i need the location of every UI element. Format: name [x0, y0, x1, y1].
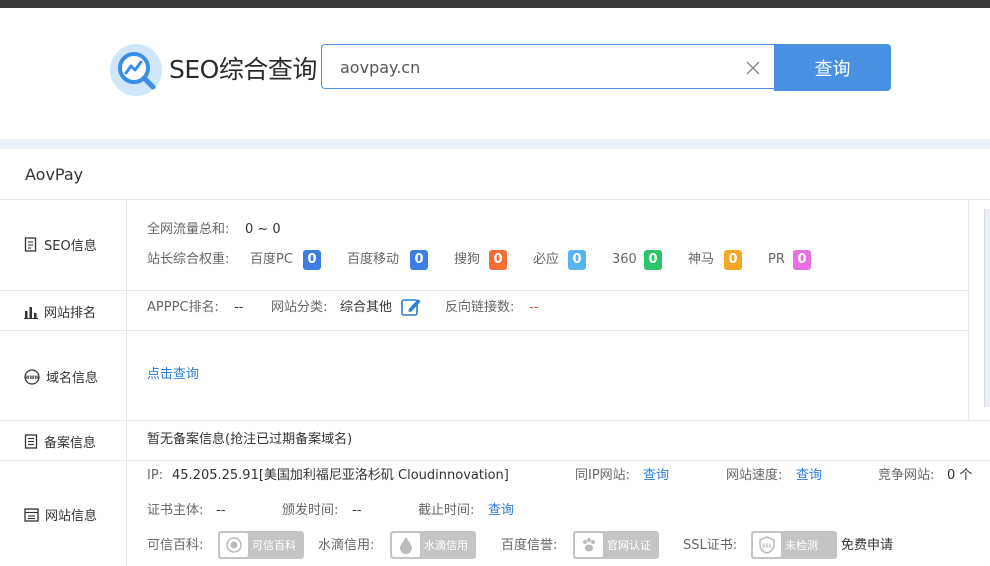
category-label: 网站分类: [271, 300, 328, 315]
apppc-rank-label: APPPC排名: [147, 300, 219, 315]
clear-icon[interactable] [746, 61, 760, 75]
engine-baidu-mobile-label: 百度移动 [347, 252, 400, 267]
ip-label: IP: [147, 468, 164, 483]
column-divider [968, 199, 969, 420]
expire-time-link[interactable]: 查询 [488, 502, 514, 520]
trust-badge[interactable]: 可信百科 [218, 531, 304, 559]
seo-info-label: SEO信息 [24, 235, 97, 254]
engine-baidu-pc-label: 百度PC [250, 252, 293, 267]
engine-shenma-badge[interactable]: 0 [724, 250, 742, 270]
engine-baidu-pc-badge[interactable]: 0 [303, 250, 321, 270]
document-icon [24, 237, 37, 252]
record-icon [24, 434, 38, 449]
trust-label: 可信百科: [147, 538, 204, 553]
engine-bing-badge[interactable]: 0 [568, 250, 586, 270]
row-divider [0, 199, 990, 200]
row-divider [0, 420, 990, 421]
baidu-reputation-label: 百度信誉: [501, 538, 558, 553]
traffic-label: 全网流量总和: [147, 222, 230, 237]
backlinks-label: 反向链接数: [445, 300, 515, 315]
rank-label: 网站排名 [24, 302, 96, 321]
domain-label: WWW 域名信息 [24, 367, 98, 386]
icp-label-text: 备案信息 [44, 436, 97, 451]
ssl-shield-icon: SSL [753, 533, 781, 557]
trust-seal-icon [220, 533, 248, 557]
engine-bing-label: 必应 [533, 252, 560, 267]
svg-text:SSL: SSL [762, 544, 773, 550]
water-badge[interactable]: 水滴信用 [390, 531, 476, 559]
expire-time-label: 截止时间: [418, 503, 475, 518]
speed-link[interactable]: 查询 [796, 467, 822, 485]
svg-text:WWW: WWW [25, 375, 40, 381]
engine-360-label: 360 [612, 252, 637, 267]
engine-shenma-label: 神马 [688, 252, 715, 267]
search-input[interactable] [340, 55, 720, 79]
engine-baidu-mobile-badge[interactable]: 0 [410, 250, 428, 270]
same-ip-link[interactable]: 查询 [643, 467, 669, 485]
web-info-label: 网站信息 [24, 505, 97, 524]
issue-time-value: -- [352, 503, 362, 518]
icp-label: 备案信息 [24, 432, 96, 451]
row-divider [0, 460, 990, 461]
apppc-rank-value: -- [234, 300, 244, 315]
engine-sogou-badge[interactable]: 0 [489, 250, 507, 270]
trust-badge-text: 可信百科 [252, 539, 296, 552]
top-bar [0, 0, 990, 8]
bar-chart-icon [24, 306, 38, 319]
www-globe-icon: WWW [24, 368, 40, 385]
logo-icon [110, 44, 162, 96]
cert-subject-value: -- [216, 503, 226, 518]
category-value: 综合其他 [340, 300, 393, 315]
engine-sogou-label: 搜狗 [454, 252, 481, 267]
ssl-label: SSL证书: [683, 538, 738, 553]
list-icon [24, 507, 39, 522]
engine-pr-label: PR [768, 252, 785, 267]
ssl-badge-text: 未检测 [785, 539, 818, 552]
paw-icon [575, 533, 603, 557]
baidu-reputation-badge-text: 官网认证 [607, 539, 651, 552]
domain-query-link[interactable]: 点击查询 [147, 366, 199, 384]
free-apply-link[interactable]: 免费申请 [841, 537, 893, 555]
engine-pr-badge[interactable]: 0 [793, 250, 811, 270]
speed-label: 网站速度: [726, 468, 783, 483]
row-divider [0, 330, 968, 331]
icp-value: 暂无备案信息(抢注已过期备案域名) [147, 432, 353, 447]
side-ad-thumbnail[interactable] [984, 209, 990, 407]
site-name: AovPay [25, 165, 84, 184]
rank-label-text: 网站排名 [44, 306, 97, 321]
column-divider [126, 199, 127, 566]
seo-info-label-text: SEO信息 [44, 239, 97, 254]
weight-label: 站长综合权重: [147, 252, 230, 267]
issue-time-label: 颁发时间: [282, 503, 339, 518]
domain-label-text: 域名信息 [46, 371, 99, 386]
backlinks-value: -- [529, 300, 539, 315]
logo-title: SEO综合查询 [169, 55, 317, 84]
compete-label: 竞争网站: [878, 468, 935, 483]
ip-value: 45.205.25.91[美国加利福尼亚洛杉矶 Cloudinnovation] [172, 468, 509, 483]
water-label: 水滴信用: [318, 538, 375, 553]
search-button[interactable]: 查询 [774, 44, 891, 91]
same-ip-label: 同IP网站: [575, 468, 631, 483]
water-drop-icon [392, 533, 420, 557]
web-info-label-text: 网站信息 [45, 509, 98, 524]
cert-subject-label: 证书主体: [147, 503, 204, 518]
ssl-badge[interactable]: SSL 未检测 [751, 531, 837, 559]
edit-icon[interactable] [401, 297, 422, 317]
row-divider [0, 290, 968, 291]
compete-value: 0 个 [947, 468, 973, 483]
baidu-reputation-badge[interactable]: 官网认证 [573, 531, 659, 559]
search-box [321, 44, 774, 89]
engine-360-badge[interactable]: 0 [644, 250, 662, 270]
water-badge-text: 水滴信用 [424, 539, 468, 552]
traffic-value: 0 ~ 0 [245, 222, 281, 237]
